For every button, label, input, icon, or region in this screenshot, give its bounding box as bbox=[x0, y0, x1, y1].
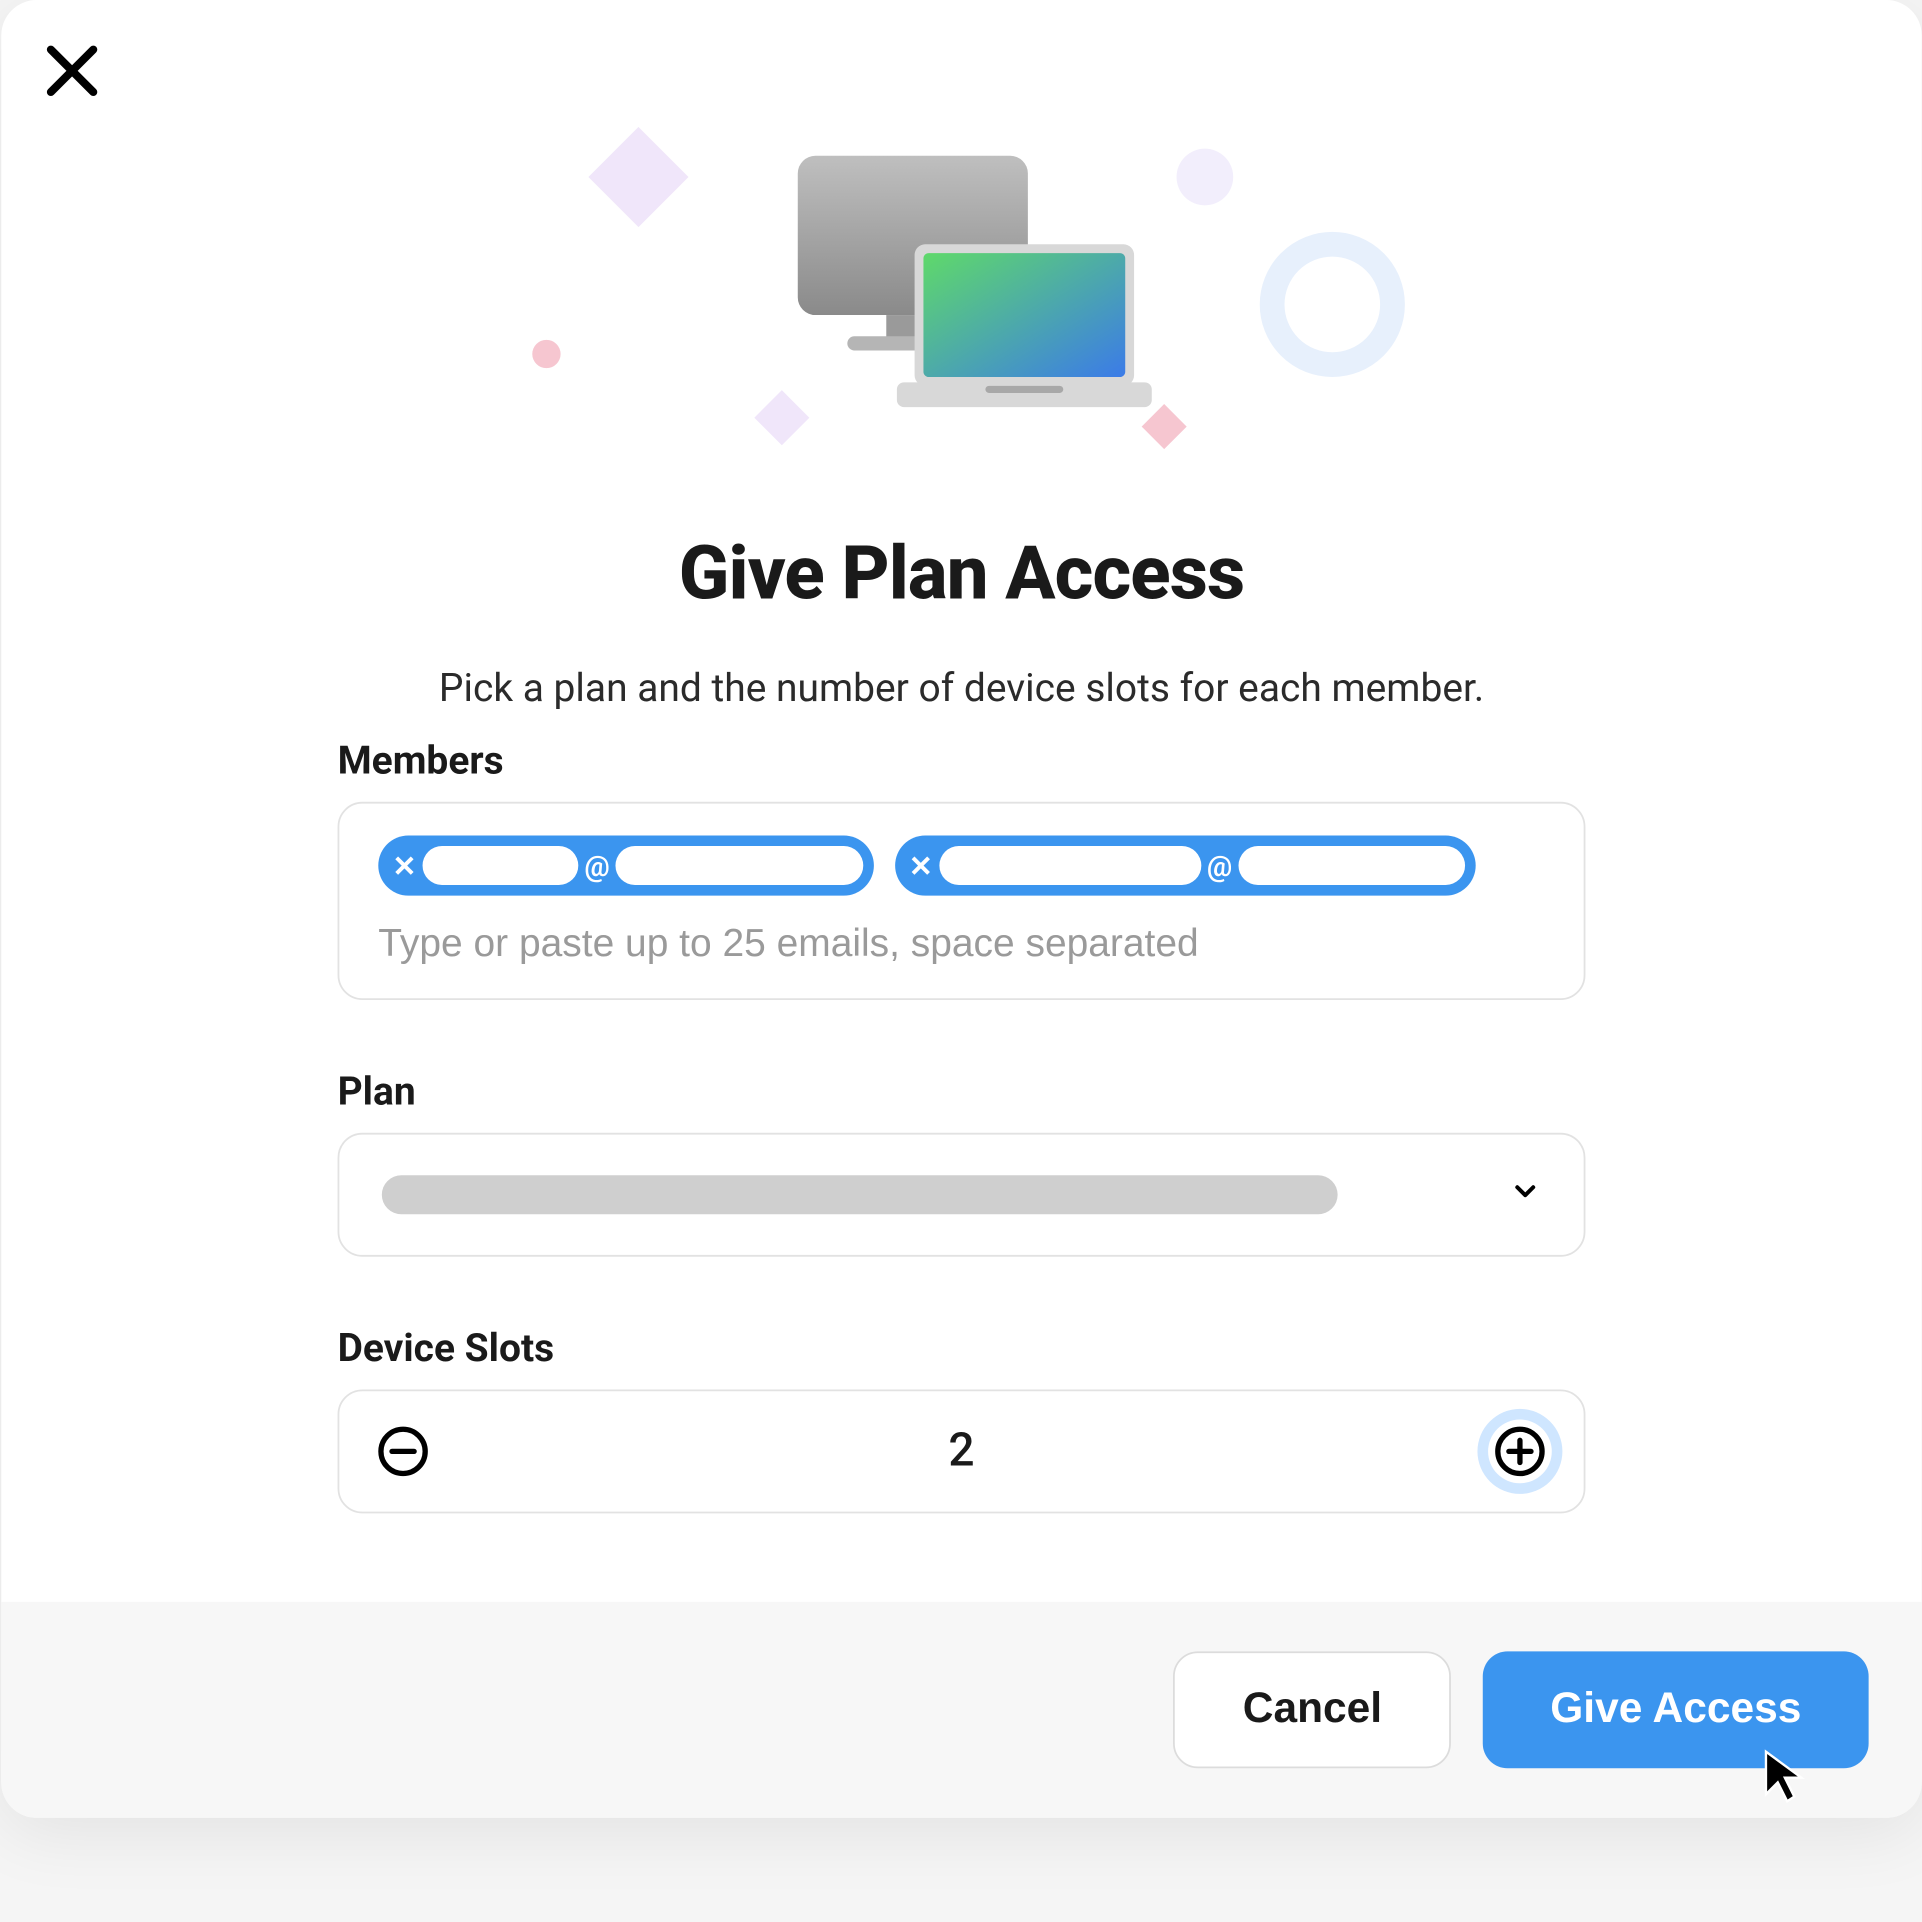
chip-domain-part bbox=[615, 846, 863, 885]
plan-label: Plan bbox=[337, 1071, 1585, 1115]
plus-circle-icon bbox=[1493, 1425, 1546, 1478]
give-access-button[interactable]: Give Access bbox=[1482, 1651, 1868, 1768]
members-email-input[interactable] bbox=[378, 920, 1544, 966]
device-slots-stepper: 2 bbox=[337, 1389, 1585, 1513]
remove-chip-icon[interactable]: ✕ bbox=[908, 849, 932, 883]
hero-illustration bbox=[1, 0, 1921, 460]
device-slots-label: Device Slots bbox=[337, 1328, 1585, 1372]
remove-chip-icon[interactable]: ✕ bbox=[392, 849, 416, 883]
modal-subtitle: Pick a plan and the number of device slo… bbox=[337, 667, 1585, 711]
close-button[interactable] bbox=[40, 39, 104, 103]
chip-local-part bbox=[423, 846, 579, 885]
members-label: Members bbox=[337, 740, 1585, 784]
modal-footer: Cancel Give Access bbox=[1, 1602, 1921, 1818]
at-symbol: @ bbox=[584, 849, 609, 883]
modal-title: Give Plan Access bbox=[337, 531, 1585, 618]
email-chip: ✕@ bbox=[378, 835, 873, 895]
at-symbol: @ bbox=[1206, 849, 1231, 883]
give-plan-access-modal: Give Plan Access Pick a plan and the num… bbox=[1, 0, 1921, 1818]
device-slots-value: 2 bbox=[948, 1425, 974, 1478]
plan-select[interactable] bbox=[337, 1133, 1585, 1257]
members-input-box[interactable]: ✕@✕@ bbox=[337, 802, 1585, 1000]
chip-domain-part bbox=[1237, 846, 1464, 885]
increment-button[interactable] bbox=[1488, 1420, 1552, 1484]
plan-placeholder-bar bbox=[381, 1175, 1337, 1214]
chevron-down-icon bbox=[1509, 1175, 1541, 1214]
email-chip: ✕@ bbox=[894, 835, 1474, 895]
chip-local-part bbox=[939, 846, 1201, 885]
minus-circle-icon bbox=[376, 1425, 429, 1478]
close-icon bbox=[40, 39, 104, 103]
decrement-button[interactable] bbox=[371, 1420, 435, 1484]
cancel-button[interactable]: Cancel bbox=[1173, 1651, 1450, 1768]
